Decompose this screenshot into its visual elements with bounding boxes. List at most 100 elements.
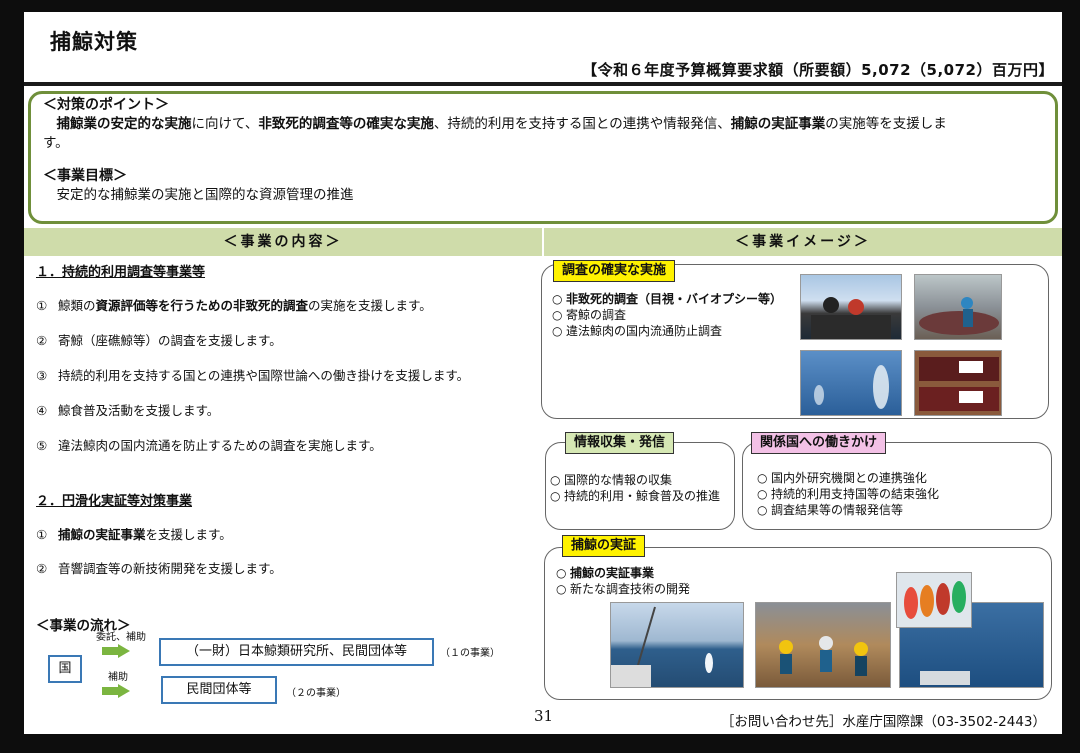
item-number: ② (36, 561, 48, 576)
survey-item: ○ 寄鯨の調査 (552, 307, 782, 323)
photo-whaling-ship (610, 602, 744, 688)
page-title: 捕鯨対策 (50, 30, 138, 54)
section1-text-part: 鯨食普及活動を支援します。 (58, 403, 220, 418)
goal-heading: ＜事業目標＞ (43, 168, 127, 184)
flow-arrow2-label: 補助 (108, 672, 128, 683)
content-bar: ＜事業の内容＞ (24, 228, 542, 256)
item-number: ① (36, 527, 48, 542)
demo-item-text: 捕鯨の実証事業 (570, 566, 655, 580)
points-text-wrap: す。 (43, 135, 69, 151)
photo-stranded-whale (914, 274, 1002, 340)
info-item-text: 持続的利用・鯨食普及の推進 (564, 489, 721, 503)
section2-heading: ２．円滑化実証等対策事業 (36, 494, 193, 509)
survey-item-text: 寄鯨の調査 (566, 308, 627, 322)
bullet-circle-icon: ○ (757, 471, 768, 485)
photo-whale-blow (800, 350, 902, 416)
points-text-part: 非致死的調査等の確実な実施 (258, 116, 434, 132)
points-text-part: 、持続的利用を支持する国との連携や情報発信、 (433, 116, 731, 132)
section2-text-part: を支援します。 (145, 527, 232, 542)
section1-text-part: 鯨類の (58, 298, 96, 313)
section1-text-part: 寄鯨（座礁鯨等）の調査を支援します。 (58, 333, 282, 348)
relations-item-text: 持続的利用支持国等の結束強化 (771, 487, 940, 501)
item-number: ① (36, 298, 48, 313)
bullet-circle-icon: ○ (552, 324, 563, 338)
relations-item: ○ 国内外研究機関との連携強化 (757, 470, 939, 486)
flow-box2-note: （２の事業） (286, 688, 346, 699)
demo-item-text: 新たな調査技術の開発 (570, 582, 691, 596)
survey-list: ○ 非致死的調査（目視・バイオプシー等） ○ 寄鯨の調査 ○ 違法鯨肉の国内流通防止調査 (552, 291, 782, 339)
survey-tag: 調査の確実な実施 (553, 260, 676, 282)
item-number: ③ (36, 368, 48, 383)
flow-country-box: 国 (48, 655, 82, 683)
section2-text-part: 捕鯨の実証事業 (58, 527, 146, 542)
section2-text-part: 音響調査等の新技術開発を支援します。 (58, 561, 282, 576)
relations-item: ○ 持続的利用支持国等の結束強化 (757, 486, 939, 502)
survey-item: ○ 非致死的調査（目視・バイオプシー等） (552, 291, 782, 307)
points-text: 捕鯨業の安定的な実施に向けて、非致死的調査等の確実な実施、持続的利用を支持する国… (43, 115, 1043, 134)
relations-tag: 関係国への働きかけ (751, 432, 887, 454)
section1-text-part: の実施を支援します。 (308, 298, 432, 313)
section1-text-part: 資源評価等を行うための非致死的調査 (95, 298, 309, 313)
bullet-circle-icon: ○ (550, 489, 561, 503)
photo-fish-market (755, 602, 891, 688)
points-text-part: に向けて、 (191, 116, 259, 132)
budget-line: 【令和６年度予算概算要求額（所要額）5,072（5,072）百万円】 (582, 61, 1054, 79)
bullet-circle-icon: ○ (757, 503, 768, 517)
demo-list: ○ 捕鯨の実証事業 ○ 新たな調査技術の開発 (556, 565, 690, 597)
points-heading: ＜対策のポイント＞ (43, 97, 169, 113)
bullet-circle-icon: ○ (556, 566, 567, 580)
section2-item: ② 音響調査等の新技術開発を支援します。 (36, 558, 282, 577)
points-box: ＜対策のポイント＞ 捕鯨業の安定的な実施に向けて、非致死的調査等の確実な実施、持… (28, 91, 1058, 224)
section1-item: ② 寄鯨（座礁鯨等）の調査を支援します。 (36, 330, 282, 349)
survey-item-text: 非致死的調査（目視・バイオプシー等） (566, 292, 783, 306)
demo-item: ○ 新たな調査技術の開発 (556, 581, 690, 597)
survey-item: ○ 違法鯨肉の国内流通防止調査 (552, 323, 782, 339)
contact-info: ［お問い合わせ先］水産庁国際課（03-3502-2443） (720, 714, 1046, 730)
info-tag: 情報収集・発信 (565, 432, 675, 454)
flow-arrow2-icon (102, 684, 132, 698)
demo-item: ○ 捕鯨の実証事業 (556, 565, 690, 581)
info-item-text: 国際的な情報の収集 (564, 473, 673, 487)
goal-text: 安定的な捕鯨業の実施と国際的な資源管理の推進 (56, 187, 354, 203)
points-text-part: 捕鯨業の安定的な実施 (56, 116, 192, 132)
item-number: ④ (36, 403, 48, 418)
flow-arrow1-icon (102, 644, 132, 658)
flow-arrow1-label: 委託、補助 (96, 632, 146, 643)
section1-heading: １．持続的利用調査等事業等 (36, 265, 206, 280)
info-item: ○ 国際的な情報の収集 (550, 472, 720, 488)
survey-item-text: 違法鯨肉の国内流通防止調査 (566, 324, 723, 338)
section1-item: ④ 鯨食普及活動を支援します。 (36, 400, 219, 419)
bullet-circle-icon: ○ (550, 473, 561, 487)
section1-item: ③ 持続的利用を支持する国との連携や国際世論への働き掛けを支援します。 (36, 365, 469, 384)
bullet-circle-icon: ○ (552, 308, 563, 322)
relations-item-text: 国内外研究機関との連携強化 (771, 471, 927, 485)
header-rule (24, 82, 1062, 86)
item-number: ② (36, 333, 48, 348)
flow-box1-note: （１の事業） (440, 648, 500, 659)
document-page: 捕鯨対策 【令和６年度予算概算要求額（所要額）5,072（5,072）百万円】 … (24, 12, 1062, 734)
bullet-circle-icon: ○ (757, 487, 768, 501)
info-list: ○ 国際的な情報の収集 ○ 持続的利用・鯨食普及の推進 (550, 472, 720, 504)
flow-box1: （一財）日本鯨類研究所、民間団体等 (159, 638, 434, 666)
section1-text-part: 持続的利用を支持する国との連携や国際世論への働き掛けを支援します。 (58, 368, 470, 383)
section2-item: ① 捕鯨の実証事業を支援します。 (36, 524, 232, 543)
flow-box2: 民間団体等 (161, 676, 277, 704)
points-text-part: の実施等を支援しま (825, 116, 947, 132)
item-number: ⑤ (36, 438, 48, 453)
relations-item-text: 調査結果等の情報発信等 (771, 503, 904, 517)
info-item: ○ 持続的利用・鯨食普及の推進 (550, 488, 720, 504)
points-text-part: 捕鯨の実証事業 (730, 116, 826, 132)
demo-tag: 捕鯨の実証 (562, 535, 646, 557)
section1-text-part: 違法鯨肉の国内流通を防止するための調査を実施します。 (58, 438, 382, 453)
relations-list: ○ 国内外研究機関との連携強化 ○ 持続的利用支持国等の結束強化 ○ 調査結果等の情報発信… (757, 470, 939, 518)
section1-item: ① 鯨類の資源評価等を行うための非致死的調査の実施を支援します。 (36, 295, 432, 314)
relations-item: ○ 調査結果等の情報発信等 (757, 502, 939, 518)
photo-survey-buoys (896, 572, 972, 628)
section1-item: ⑤ 違法鯨肉の国内流通を防止するための調査を実施します。 (36, 435, 382, 454)
page-number: 31 (534, 707, 554, 725)
bullet-circle-icon: ○ (556, 582, 567, 596)
photo-whale-meat (914, 350, 1002, 416)
photo-survey-ship (800, 274, 902, 340)
bullet-circle-icon: ○ (552, 292, 563, 306)
points-text-parts: 捕鯨業の安定的な実施に向けて、非致死的調査等の確実な実施、持続的利用を支持する国… (57, 116, 947, 132)
